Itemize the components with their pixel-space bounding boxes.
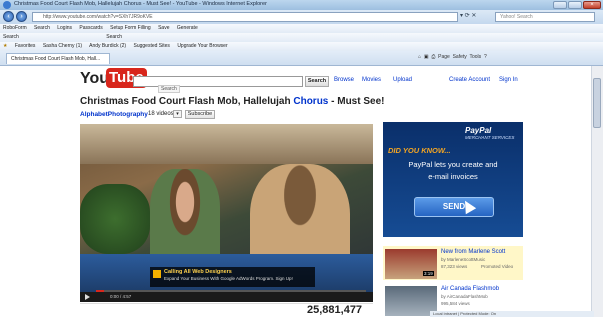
nav-upload[interactable]: Upload (393, 77, 412, 83)
favorite-link[interactable]: Suggested Sites (134, 43, 170, 49)
create-account-link[interactable]: Create Account (449, 77, 490, 83)
favorites-button[interactable]: Favorites (15, 43, 36, 49)
related-title[interactable]: Air Canada Flashmob (441, 286, 499, 292)
progress-fill (96, 290, 104, 292)
toolbar-item[interactable]: Search (106, 34, 122, 40)
ad-overlay-text: Expand Your Business With Google AdWords… (164, 276, 293, 281)
related-views: 87,323 views (441, 264, 468, 269)
nav-movies[interactable]: Movies (362, 77, 381, 83)
mall-ceiling (80, 124, 373, 164)
search-suggestion[interactable]: Search (158, 85, 180, 93)
ad-headline: DID YOU KNOW... (388, 146, 451, 155)
toolbar-item[interactable]: RoboForm (3, 25, 27, 31)
browser-search-input[interactable]: Yahoo! Search (495, 12, 595, 22)
window-titlebar: Christmas Food Court Flash Mob, Halleluj… (0, 0, 603, 10)
feeds-icon[interactable]: ▣ (424, 54, 429, 60)
close-window-button[interactable]: × (583, 1, 601, 9)
ad-overlay-title: Calling All Web Designers (164, 269, 232, 275)
print-icon[interactable]: ⎙ (431, 54, 435, 60)
ad-overlay[interactable]: Calling All Web Designers Expand Your Bu… (150, 267, 315, 287)
scrollbar-thumb[interactable] (593, 78, 601, 128)
tab-youtube[interactable]: Christmas Food Court Flash Mob, Hall... (6, 53, 110, 64)
window-title: Christmas Food Court Flash Mob, Halleluj… (14, 1, 267, 7)
related-author[interactable]: by AirCanadaFlashMob (441, 294, 488, 299)
toolbar-item[interactable]: Search (34, 25, 50, 31)
related-title[interactable]: New from Marlene Scott (441, 249, 505, 255)
view-count: 25,881,477 (307, 304, 363, 316)
forward-button[interactable]: › (16, 11, 27, 22)
video-title-highlight: Chorus (293, 96, 329, 107)
send-button[interactable]: SEND (414, 197, 494, 217)
toolbar-item[interactable]: Generate (177, 25, 198, 31)
play-icon[interactable] (85, 294, 90, 300)
related-views: 995,584 views (441, 301, 470, 306)
paypal-logo: PayPal (465, 126, 492, 135)
address-input[interactable]: http://www.youtube.com/watch?v=SXh7JR9oK… (32, 12, 458, 22)
ad-text-line1: PayPal lets you create and (408, 160, 498, 169)
expand-videos-button[interactable]: ▾ (173, 110, 182, 118)
video-title-prefix: Christmas Food Court Flash Mob, Halleluj… (80, 96, 294, 107)
star-icon: ★ (3, 43, 8, 49)
command-safety[interactable]: Safety (453, 54, 467, 60)
adwords-icon (153, 270, 161, 278)
related-author[interactable]: by MarleneScottMusic (441, 257, 485, 262)
ie-logo-icon (3, 1, 11, 9)
video-title-suffix: - Must See! (328, 96, 385, 107)
toolbar-item[interactable]: Logins (57, 25, 72, 31)
youtube-logo-you[interactable]: You (80, 70, 109, 88)
command-page[interactable]: Page (438, 54, 450, 60)
refresh-stop-icons[interactable]: ▾ ⟳ ✕ (460, 12, 476, 19)
subscribe-button[interactable]: Subscribe (185, 110, 215, 119)
home-icon[interactable]: ⌂ (418, 54, 421, 60)
favorite-link[interactable]: Upgrade Your Browser (177, 43, 227, 49)
toolbar-item[interactable]: Search (3, 34, 19, 40)
toolbar-item[interactable]: Passcards (79, 25, 102, 31)
channel-link[interactable]: AlphabetPhotography (80, 111, 148, 118)
progress-track[interactable] (96, 290, 366, 292)
back-button[interactable]: ‹ (3, 11, 14, 22)
command-bar: ⌂ ▣ ⎙ Page Safety Tools ? (418, 54, 487, 60)
address-bar-row: ‹ › http://www.youtube.com/watch?v=SXh7J… (0, 10, 603, 24)
nav-browse[interactable]: Browse (334, 77, 354, 83)
related-video-item[interactable]: 3:19 New from Marlene Scott by MarleneSc… (383, 246, 523, 280)
favorite-link[interactable]: Andy Burdick (2) (89, 43, 126, 49)
video-duration: 3:19 (423, 271, 434, 276)
help-icon[interactable]: ? (484, 54, 487, 60)
paypal-subtitle: MERCHANT SERVICES (465, 135, 515, 140)
tab-row: Christmas Food Court Flash Mob, Hall... … (0, 51, 603, 66)
promoted-label: Promoted Video (481, 264, 514, 269)
sign-in-link[interactable]: Sign In (499, 77, 518, 83)
toolbar-item[interactable]: Setup Form Filling (110, 25, 151, 31)
command-tools[interactable]: Tools (469, 54, 481, 60)
favorite-link[interactable]: Sasha Cherny (1) (43, 43, 82, 49)
ad-text-line2: e-mail invoices (428, 172, 478, 181)
status-bar: Local intranet | Protected Mode: On (430, 311, 594, 317)
minimize-button[interactable] (553, 1, 567, 9)
time-display: 0:00 / 4:57 (110, 294, 132, 299)
video-title: Christmas Food Court Flash Mob, Halleluj… (80, 96, 384, 107)
toolbar-item[interactable]: Save (158, 25, 169, 31)
maximize-button[interactable] (568, 1, 582, 9)
video-count: 18 videos (148, 111, 174, 117)
plant-foliage (80, 184, 150, 254)
youtube-search-button[interactable]: Search (305, 76, 329, 87)
